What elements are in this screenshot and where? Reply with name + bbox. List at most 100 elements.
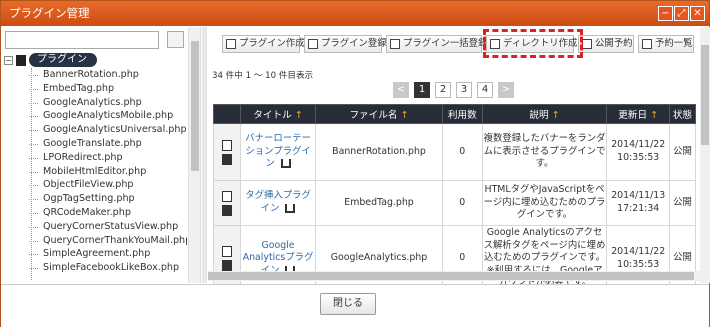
row-date: 2014/11/22 bbox=[611, 245, 666, 257]
close-button[interactable]: 閉じる bbox=[320, 293, 376, 315]
main-scroll-thumb[interactable] bbox=[701, 45, 709, 145]
sort-asc-icon: ↑ bbox=[294, 110, 303, 121]
col-description[interactable]: 説明 ↑ bbox=[481, 104, 608, 124]
row-filename: GoogleAnalytics.php bbox=[315, 225, 444, 292]
tree-item-label: SimpleFacebookLikeBox.php bbox=[43, 262, 180, 274]
row-title[interactable]: バナーローテーションプラグイン bbox=[240, 123, 317, 181]
minimize-icon[interactable]: − bbox=[658, 6, 673, 21]
tree-search-input[interactable] bbox=[5, 31, 159, 49]
table-row: Google AnalyticsプラグインGoogleAnalytics.php… bbox=[212, 225, 697, 292]
maximize-icon[interactable]: ⤢ bbox=[674, 6, 689, 21]
tree-item[interactable]: QRCodeMaker.php bbox=[3, 206, 187, 220]
add-files-icon bbox=[390, 39, 400, 49]
row-date: 2014/11/13 bbox=[611, 190, 666, 202]
register-plugin-button[interactable]: プラグイン登録 bbox=[304, 35, 387, 53]
trash-icon[interactable] bbox=[222, 204, 233, 216]
main-pane: プラグイン作成 プラグイン登録 プラグイン一括登録 ディレクトリ作成 公開予約 … bbox=[208, 27, 710, 292]
tree-item[interactable]: SimpleFacebookLikeBox.php bbox=[3, 261, 187, 275]
trash-icon[interactable] bbox=[222, 153, 233, 165]
title-link[interactable]: バナーローテーションプラグイン bbox=[245, 133, 311, 169]
title-bar: プラグイン管理 bbox=[1, 1, 709, 26]
page-4-button[interactable]: 4 bbox=[477, 82, 493, 98]
trash-icon[interactable] bbox=[222, 260, 233, 271]
window-title: プラグイン管理 bbox=[9, 6, 90, 20]
tree-item[interactable]: GoogleAnalyticsUniversal.php bbox=[3, 123, 187, 137]
sort-asc-icon: ↑ bbox=[551, 110, 560, 121]
edit-icon bbox=[226, 39, 236, 49]
row-updated: 2014/11/22 10:35:53 bbox=[606, 225, 670, 292]
tree-item-label: OgpTagSetting.php bbox=[43, 193, 135, 205]
page-1-button[interactable]: 1 bbox=[414, 82, 430, 98]
page-2-button[interactable]: 2 bbox=[435, 82, 451, 98]
next-page-button[interactable]: > bbox=[498, 82, 514, 98]
edit-icon[interactable] bbox=[222, 139, 233, 151]
tree-item[interactable]: ObjectFileView.php bbox=[3, 178, 187, 192]
tree-item[interactable]: OgpTagSetting.php bbox=[3, 192, 187, 206]
tree-connector bbox=[29, 75, 38, 76]
col-title[interactable]: タイトル ↑ bbox=[240, 104, 317, 124]
tree-item[interactable]: LPORedirect.php bbox=[3, 151, 187, 165]
collapse-icon[interactable]: − bbox=[4, 56, 13, 65]
tree-item[interactable]: GoogleTranslate.php bbox=[3, 137, 187, 151]
col-usage[interactable]: 利用数 bbox=[442, 104, 483, 124]
tree-connector bbox=[29, 268, 38, 270]
tree-root-label[interactable]: プラグイン bbox=[29, 53, 97, 67]
col-actions bbox=[212, 104, 242, 124]
schedule-list-button[interactable]: 予約一覧 bbox=[638, 35, 694, 53]
tree-connector bbox=[29, 171, 38, 173]
download-icon[interactable] bbox=[285, 204, 296, 213]
row-status: 公開 bbox=[668, 123, 697, 181]
tree-scrollbar[interactable] bbox=[188, 27, 200, 283]
title-link[interactable]: タグ挿入プラグイン bbox=[245, 190, 311, 214]
pane-splitter[interactable] bbox=[202, 27, 207, 283]
schedule-publish-button[interactable]: 公開予約 bbox=[578, 35, 634, 53]
col-status[interactable]: 状態 bbox=[668, 104, 697, 124]
edit-icon[interactable] bbox=[222, 246, 233, 257]
close-icon[interactable]: ✕ bbox=[690, 6, 705, 21]
tree-root-node[interactable]: − プラグイン bbox=[3, 53, 187, 68]
col-updated[interactable]: 更新日 ↑ bbox=[606, 104, 670, 124]
tree-item[interactable]: EmbedTag.php bbox=[3, 82, 187, 96]
tree-item[interactable]: GoogleAnalyticsMobile.php bbox=[3, 109, 187, 123]
tree-item-label: MobileHtmlEditor.php bbox=[43, 165, 147, 177]
prev-page-button[interactable]: < bbox=[393, 82, 409, 98]
main-scrollbar[interactable] bbox=[700, 27, 710, 283]
tree-item-label: GoogleTranslate.php bbox=[43, 137, 142, 149]
tree-item[interactable]: BannerRotation.php bbox=[3, 68, 187, 82]
bulk-register-button[interactable]: プラグイン一括登録 bbox=[386, 35, 487, 53]
tree-connector bbox=[29, 185, 38, 187]
sort-asc-icon: ↑ bbox=[400, 110, 409, 121]
tree-item-label: QueryCornerThankYouMail.php bbox=[43, 234, 187, 246]
row-title[interactable]: Google Analyticsプラグイン bbox=[240, 225, 317, 292]
tree-item[interactable]: QueryCornerStatusView.php bbox=[3, 220, 187, 234]
row-title[interactable]: タグ挿入プラグイン bbox=[240, 180, 317, 226]
tree-item[interactable]: SimpleAgreement.php bbox=[3, 247, 187, 261]
horizontal-scrollbar[interactable] bbox=[208, 271, 702, 281]
row-filename: BannerRotation.php bbox=[315, 123, 444, 181]
row-description: HTMLタグやJavaScriptをページ内に埋め込むためのプラグインです。 bbox=[481, 180, 608, 226]
tree-item-label: QRCodeMaker.php bbox=[43, 206, 131, 218]
download-icon[interactable] bbox=[280, 159, 291, 169]
add-file-icon bbox=[308, 39, 318, 49]
col-filename[interactable]: ファイル名 ↑ bbox=[315, 104, 444, 124]
row-actions bbox=[212, 123, 242, 181]
alarm-list-icon bbox=[642, 39, 652, 49]
horizontal-scroll-thumb[interactable] bbox=[208, 272, 694, 280]
row-description: Google Analyticsのアクセス解析タグをページ内に埋め込むためのプラ… bbox=[481, 225, 608, 292]
tree-connector bbox=[29, 143, 38, 145]
tree-item[interactable]: MobileHtmlEditor.php bbox=[3, 165, 187, 179]
edit-icon[interactable] bbox=[222, 190, 233, 202]
tree-item[interactable]: QueryCornerThankYouMail.php bbox=[3, 234, 187, 248]
create-plugin-button[interactable]: プラグイン作成 bbox=[222, 35, 305, 53]
tree-connector bbox=[29, 226, 38, 228]
tree-connector bbox=[29, 254, 38, 256]
highlight-marker bbox=[483, 29, 583, 58]
tree-item[interactable]: GoogleAnalytics.php bbox=[3, 96, 187, 110]
result-count: 34 件中 1 ～ 10 件目表示 bbox=[212, 71, 314, 81]
tree-connector bbox=[29, 212, 38, 214]
page-3-button[interactable]: 3 bbox=[456, 82, 472, 98]
row-usage: 0 bbox=[442, 123, 483, 181]
tree-search-icon[interactable] bbox=[167, 31, 184, 48]
row-updated: 2014/11/22 10:35:53 bbox=[606, 123, 670, 181]
tree-scroll-thumb[interactable] bbox=[191, 41, 199, 171]
